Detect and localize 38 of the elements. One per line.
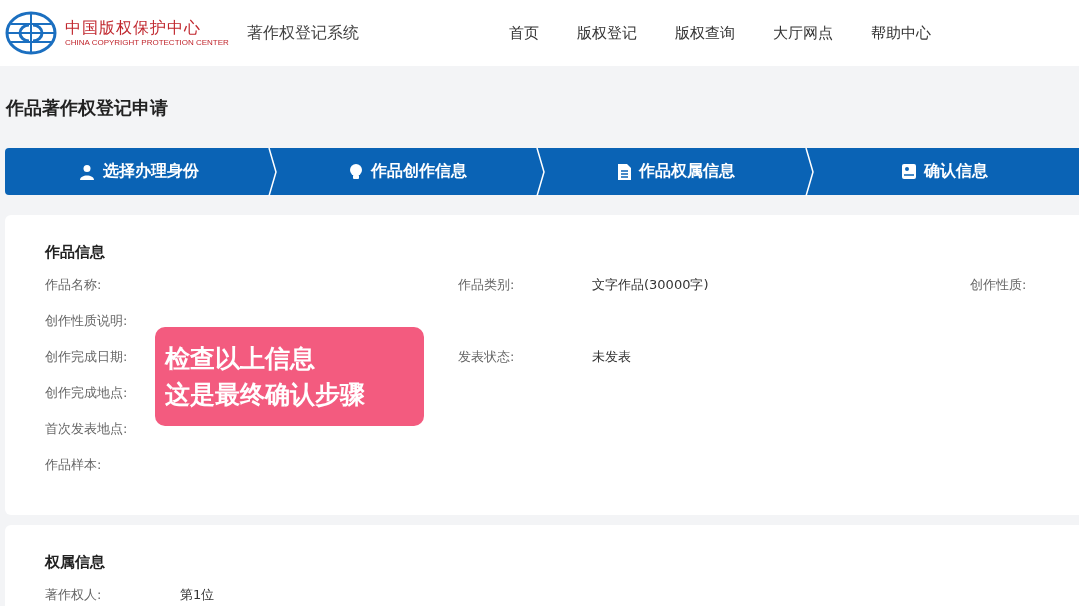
field-label: 创作完成地点: — [45, 384, 128, 402]
field-label: 创作性质: — [970, 276, 1027, 294]
page-title: 作品著作权登记申请 — [5, 96, 169, 118]
logo-icon — [5, 11, 57, 55]
step-label: 确认信息 — [901, 161, 988, 182]
document-icon — [617, 163, 631, 180]
section-heading: 权属信息 — [45, 553, 106, 572]
caption-text: 这是最终确认步骤 — [165, 378, 366, 411]
logo-subtitle: CHINA COPYRIGHT PROTECTION CENTER — [65, 38, 229, 48]
caption-text: 检查以上信息 — [165, 342, 316, 375]
field-label: 创作性质说明: — [45, 312, 128, 330]
step-label: 选择办理身份 — [79, 161, 200, 182]
section-heading: 作品信息 — [45, 243, 106, 262]
chevron-icon — [267, 148, 278, 196]
field-value: 文字作品(30000字) — [592, 276, 709, 294]
chevron-icon — [804, 148, 815, 196]
person-icon — [79, 163, 96, 180]
field-label: 作品类别: — [458, 276, 515, 294]
step-label: 作品权属信息 — [617, 161, 735, 182]
nav-link[interactable]: 版权登记 — [576, 23, 637, 43]
chevron-icon — [536, 148, 546, 196]
nav-link[interactable]: 首页 — [508, 23, 539, 43]
field-value: 未发表 — [592, 348, 631, 366]
system-name: 著作权登记系统 — [246, 22, 359, 44]
nav-link[interactable]: 帮助中心 — [870, 23, 931, 43]
logo-name: 中国版权保护中心 — [65, 18, 202, 38]
lightbulb-icon — [348, 163, 363, 180]
field-label: 作品样本: — [45, 456, 102, 474]
nav-link[interactable]: 大厅网点 — [772, 23, 833, 43]
field-label: 著作权人: — [45, 586, 103, 604]
field-label: 发表状态: — [458, 348, 515, 366]
id-card-icon — [901, 164, 916, 179]
step-label: 作品创作信息 — [348, 161, 467, 182]
field-label: 作品名称: — [45, 276, 102, 294]
field-label: 首次发表地点: — [45, 420, 128, 438]
field-value: 第1位 — [180, 586, 215, 604]
nav-link[interactable]: 版权查询 — [674, 23, 735, 43]
field-label: 创作完成日期: — [45, 348, 128, 366]
